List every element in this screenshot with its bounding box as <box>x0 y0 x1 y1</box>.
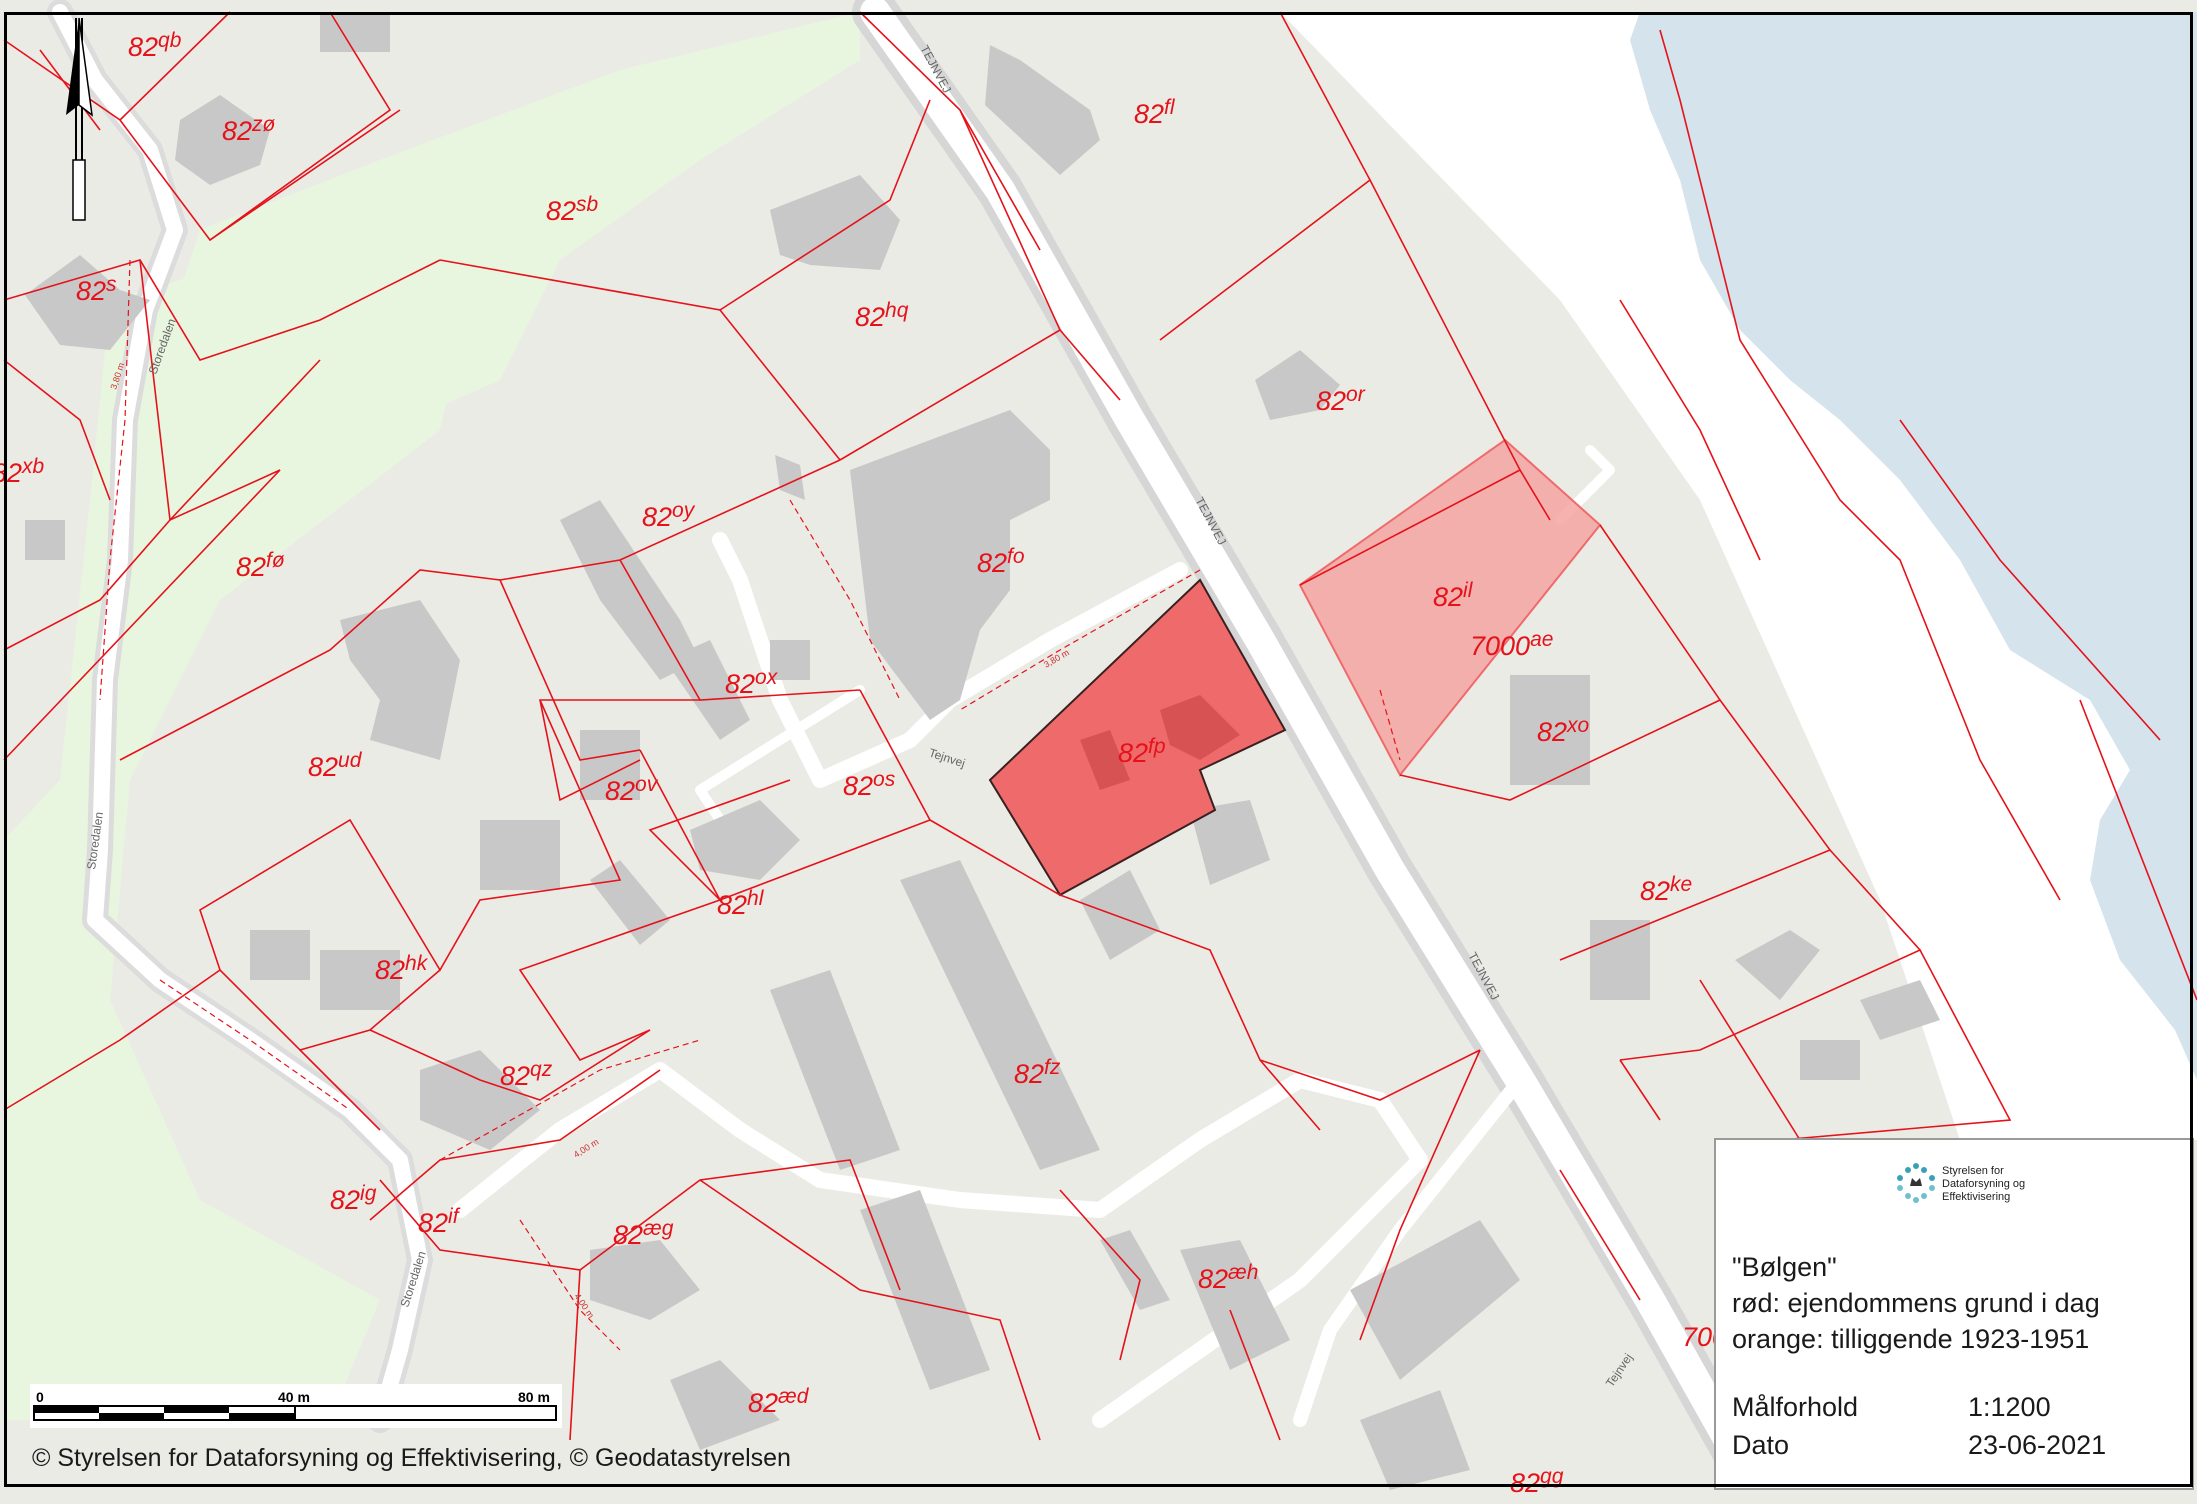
building <box>1590 920 1650 1000</box>
building <box>480 820 560 890</box>
legend-orange-description: orange: tilliggende 1923-1951 <box>1732 1324 2090 1354</box>
svg-text:Styrelsen for: Styrelsen for <box>1942 1165 2004 1177</box>
scale-tick-80: 80 m <box>518 1389 550 1405</box>
legend-panel: Styrelsen for Dataforsyning og Effektivi… <box>1714 1138 2194 1490</box>
date-value: 23-06-2021 <box>1968 1430 2107 1460</box>
copyright-text: © Styrelsen for Dataforsyning og Effekti… <box>32 1444 791 1472</box>
svg-text:Effektivisering: Effektivisering <box>1942 1191 2010 1203</box>
date-label: Dato <box>1732 1430 1790 1460</box>
building <box>250 930 310 980</box>
crown-icon <box>1910 1178 1922 1186</box>
building <box>320 12 390 52</box>
scale-tick-40: 40 m <box>278 1389 310 1405</box>
building <box>25 520 65 560</box>
agency-logo: Styrelsen for Dataforsyning og Effektivi… <box>1897 1163 2025 1203</box>
building <box>1800 1040 1860 1080</box>
legend-title: "Bølgen" <box>1732 1252 1837 1282</box>
legend-red-description: rød: ejendommens grund i dag <box>1732 1288 2100 1318</box>
logo-dots-icon <box>1897 1163 1935 1203</box>
svg-text:Dataforsyning og: Dataforsyning og <box>1942 1178 2025 1190</box>
scale-label: Målforhold <box>1732 1392 1859 1422</box>
scale-tick-0: 0 <box>36 1389 44 1405</box>
scale-value: 1:1200 <box>1968 1392 2051 1422</box>
scale-bar: 0 40 m 80 m <box>30 1384 562 1428</box>
